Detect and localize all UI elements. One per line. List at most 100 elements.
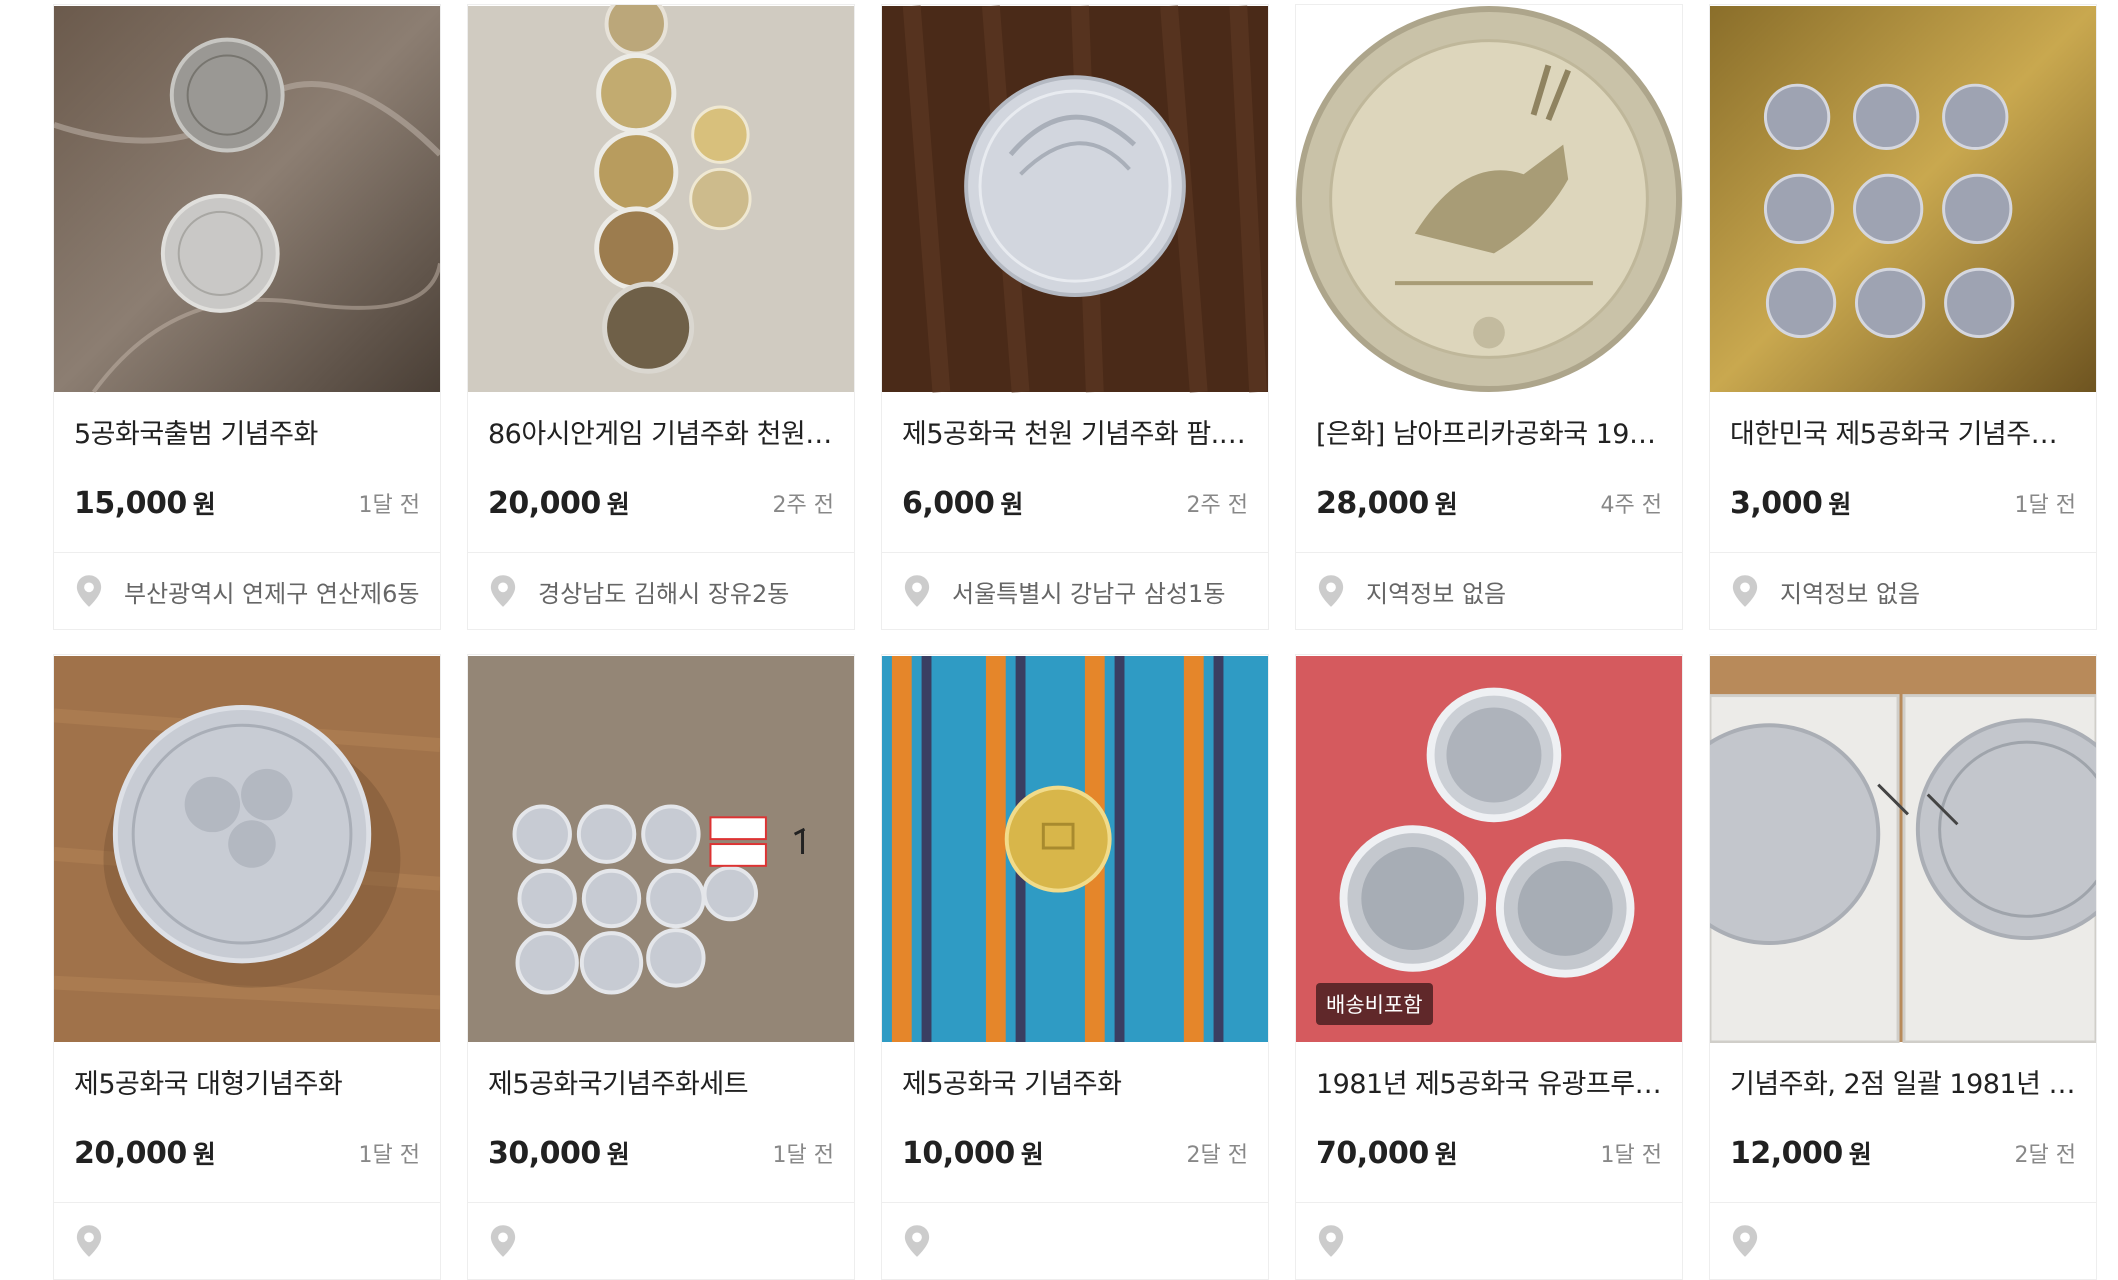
price-row: 28,000 원 4주 전 xyxy=(1316,485,1662,521)
product-title[interactable]: [은화] 남아프리카공화국 195… xyxy=(1316,415,1662,455)
product-title[interactable]: 제5공화국기념주화세트 xyxy=(488,1065,834,1105)
coin-photo-icon xyxy=(468,5,854,392)
price-row: 30,000 원 1달 전 xyxy=(488,1135,834,1171)
posted-time: 1달 전 xyxy=(1600,1143,1662,1168)
location-row: 서울특별시 강남구 삼성1동 xyxy=(882,553,1268,629)
coin-photo-icon xyxy=(882,5,1268,393)
product-title[interactable]: 1981년 제5공화국 유광프루… xyxy=(1316,1065,1662,1105)
price-unit: 원 xyxy=(1434,1140,1458,1169)
location-pin-icon xyxy=(1732,1225,1758,1257)
product-card[interactable]: 5공화국출범 기념주화 15,000 원 1달 전 부산광역시 연제구 연산제6동 xyxy=(53,4,441,630)
product-info: 제5공화국 천원 기념주화 팜. … 6,000 원 2주 전 xyxy=(882,393,1268,553)
product-card[interactable]: 제5공화국기념주화세트 30,000 원 1달 전 xyxy=(467,654,855,1280)
product-info: 대한민국 제5공화국 기념주… 3,000 원 1달 전 xyxy=(1710,393,2096,553)
product-image[interactable] xyxy=(468,5,854,393)
coin-photo-icon xyxy=(1710,656,2096,1043)
posted-time: 2달 전 xyxy=(2014,1143,2076,1168)
location-pin-icon xyxy=(904,575,930,607)
price: 70,000 원 xyxy=(1316,1135,1458,1171)
product-image[interactable] xyxy=(54,5,440,393)
product-info: 제5공화국기념주화세트 30,000 원 1달 전 xyxy=(468,1043,854,1203)
product-image[interactable]: 배송비포함 xyxy=(1296,655,1682,1043)
location-text: 서울특별시 강남구 삼성1동 xyxy=(952,579,1226,608)
location-row xyxy=(468,1203,854,1279)
product-card[interactable]: 86아시안게임 기념주화 천원 … 20,000 원 2주 전 경상남도 김해시 … xyxy=(467,4,855,630)
location-pin-icon xyxy=(904,1225,930,1257)
product-info: 86아시안게임 기념주화 천원 … 20,000 원 2주 전 xyxy=(468,393,854,553)
product-title[interactable]: 제5공화국 기념주화 xyxy=(902,1065,1248,1105)
product-title[interactable]: 제5공화국 대형기념주화 xyxy=(74,1065,420,1105)
location-pin-icon xyxy=(1732,575,1758,607)
product-title[interactable]: 86아시안게임 기념주화 천원 … xyxy=(488,415,834,455)
posted-time: 2달 전 xyxy=(1186,1143,1248,1168)
price-amount: 20,000 xyxy=(74,1136,187,1171)
location-row xyxy=(1710,1203,2096,1279)
location-pin-icon xyxy=(490,1225,516,1257)
product-image[interactable] xyxy=(882,5,1268,393)
product-card[interactable]: 대한민국 제5공화국 기념주… 3,000 원 1달 전 지역정보 없음 xyxy=(1709,4,2097,630)
price-unit: 원 xyxy=(192,1140,216,1169)
product-image[interactable] xyxy=(54,655,440,1043)
price: 28,000 원 xyxy=(1316,485,1458,521)
price: 12,000 원 xyxy=(1730,1135,1872,1171)
product-info: 제5공화국 대형기념주화 20,000 원 1달 전 xyxy=(54,1043,440,1203)
price-row: 10,000 원 2달 전 xyxy=(902,1135,1248,1171)
coin-photo-icon xyxy=(54,656,440,1042)
product-image[interactable] xyxy=(1710,5,2096,393)
product-image[interactable] xyxy=(882,655,1268,1043)
coin-photo-icon xyxy=(1710,6,2096,392)
price-row: 70,000 원 1달 전 xyxy=(1316,1135,1662,1171)
price-amount: 3,000 xyxy=(1730,486,1823,521)
coin-photo-icon xyxy=(882,656,1268,1042)
product-title[interactable]: 대한민국 제5공화국 기념주… xyxy=(1730,415,2076,455)
location-row xyxy=(54,1203,440,1279)
price: 6,000 원 xyxy=(902,485,1023,521)
product-info: 1981년 제5공화국 유광프루… 70,000 원 1달 전 xyxy=(1296,1043,1682,1203)
price-amount: 10,000 xyxy=(902,1136,1015,1171)
price: 30,000 원 xyxy=(488,1135,630,1171)
posted-time: 2주 전 xyxy=(772,493,834,518)
price-unit: 원 xyxy=(1828,490,1852,519)
posted-time: 1달 전 xyxy=(772,1143,834,1168)
product-image[interactable] xyxy=(1296,5,1682,393)
product-card[interactable]: 기념주화, 2점 일괄 1981년 5… 12,000 원 2달 전 xyxy=(1709,654,2097,1280)
price-amount: 70,000 xyxy=(1316,1136,1429,1171)
location-pin-icon xyxy=(76,575,102,607)
product-grid: 5공화국출범 기념주화 15,000 원 1달 전 부산광역시 연제구 연산제6동 xyxy=(53,4,2099,1280)
price-unit: 원 xyxy=(192,490,216,519)
price-row: 20,000 원 2주 전 xyxy=(488,485,834,521)
posted-time: 4주 전 xyxy=(1600,493,1662,518)
price-amount: 6,000 xyxy=(902,486,995,521)
posted-time: 1달 전 xyxy=(358,493,420,518)
price-unit: 원 xyxy=(1848,1140,1872,1169)
product-title[interactable]: 5공화국출범 기념주화 xyxy=(74,415,420,455)
location-pin-icon xyxy=(1318,575,1344,607)
price-unit: 원 xyxy=(1020,1140,1044,1169)
location-text: 부산광역시 연제구 연산제6동 xyxy=(124,579,420,608)
price: 10,000 원 xyxy=(902,1135,1044,1171)
product-image[interactable] xyxy=(468,655,854,1043)
shipping-included-badge: 배송비포함 xyxy=(1316,983,1433,1025)
location-row xyxy=(1296,1203,1682,1279)
location-row xyxy=(882,1203,1268,1279)
product-card[interactable]: 제5공화국 천원 기념주화 팜. … 6,000 원 2주 전 서울특별시 강남구… xyxy=(881,4,1269,630)
price-unit: 원 xyxy=(1434,490,1458,519)
product-card[interactable]: 제5공화국 기념주화 10,000 원 2달 전 xyxy=(881,654,1269,1280)
posted-time: 1달 전 xyxy=(2014,493,2076,518)
product-card[interactable]: 제5공화국 대형기념주화 20,000 원 1달 전 xyxy=(53,654,441,1280)
price-amount: 12,000 xyxy=(1730,1136,1843,1171)
price-row: 15,000 원 1달 전 xyxy=(74,485,420,521)
price: 20,000 원 xyxy=(74,1135,216,1171)
product-card[interactable]: 배송비포함 1981년 제5공화국 유광프루… 70,000 원 1달 전 xyxy=(1295,654,1683,1280)
product-image[interactable] xyxy=(1710,655,2096,1043)
price: 15,000 원 xyxy=(74,485,216,521)
product-title[interactable]: 제5공화국 천원 기념주화 팜. … xyxy=(902,415,1248,455)
product-card[interactable]: [은화] 남아프리카공화국 195… 28,000 원 4주 전 지역정보 없음 xyxy=(1295,4,1683,630)
price-row: 12,000 원 2달 전 xyxy=(1730,1135,2076,1171)
price-unit: 원 xyxy=(1000,490,1024,519)
price-amount: 30,000 xyxy=(488,1136,601,1171)
price-unit: 원 xyxy=(606,1140,630,1169)
product-title[interactable]: 기념주화, 2점 일괄 1981년 5… xyxy=(1730,1065,2076,1105)
price: 3,000 원 xyxy=(1730,485,1851,521)
location-pin-icon xyxy=(490,575,516,607)
